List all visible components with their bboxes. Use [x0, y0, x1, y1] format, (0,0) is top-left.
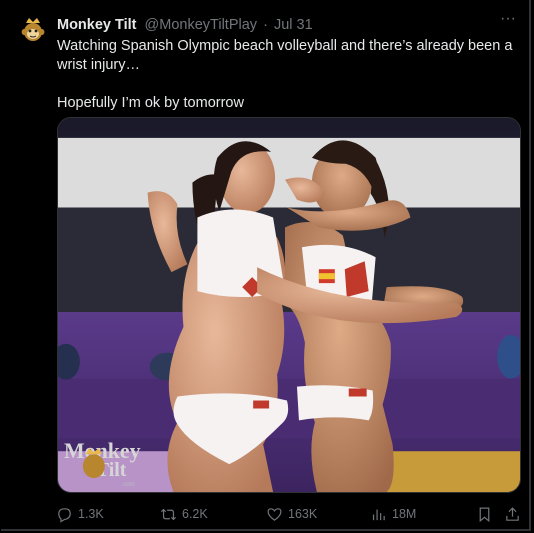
heart-icon — [267, 507, 282, 521]
like-count: 163K — [288, 507, 318, 521]
views-count: 18M — [392, 507, 417, 521]
tweet-date[interactable]: Jul 31 — [274, 17, 313, 33]
tweet-text-line: Hopefully I’m ok by tomorrow — [57, 95, 244, 111]
reply-icon — [58, 507, 71, 523]
watermark-small-text: .com — [122, 482, 135, 488]
repost-button[interactable]: 6.2K — [160, 503, 208, 525]
more-options-icon[interactable]: ··· — [498, 11, 518, 32]
tweet-header: Monkey Tilt @MonkeyTiltPlay · Jul 31 — [57, 15, 313, 35]
separator-dot: · — [263, 17, 268, 33]
bookmark-icon — [479, 507, 490, 522]
like-button[interactable]: 163K — [266, 503, 317, 525]
share-button[interactable] — [504, 503, 526, 525]
repost-icon — [160, 508, 177, 520]
tweet-photo[interactable]: Monkey Tilt .com — [57, 117, 521, 493]
bookmark-button[interactable] — [476, 503, 498, 525]
author-avatar[interactable] — [16, 14, 50, 48]
tweet-text-line: Watching Spanish Olympic beach volleybal… — [57, 38, 513, 73]
tweet-actions: 1.3K 6.2K 163K 18M — [52, 503, 527, 525]
views-icon — [372, 509, 385, 520]
author-name[interactable]: Monkey Tilt — [57, 17, 137, 33]
share-icon — [506, 506, 519, 521]
tweet-text: Watching Spanish Olympic beach volleybal… — [57, 37, 517, 113]
repost-count: 6.2K — [182, 507, 208, 521]
watermark-monkey-icon — [82, 454, 105, 479]
reply-count: 1.3K — [78, 507, 104, 521]
monkey-logo-icon — [21, 18, 45, 41]
author-handle[interactable]: @MonkeyTiltPlay — [145, 17, 258, 33]
reply-button[interactable]: 1.3K — [56, 503, 104, 525]
beach-volleyball-photo: Monkey Tilt .com — [58, 118, 520, 492]
views-button[interactable]: 18M — [370, 503, 416, 525]
